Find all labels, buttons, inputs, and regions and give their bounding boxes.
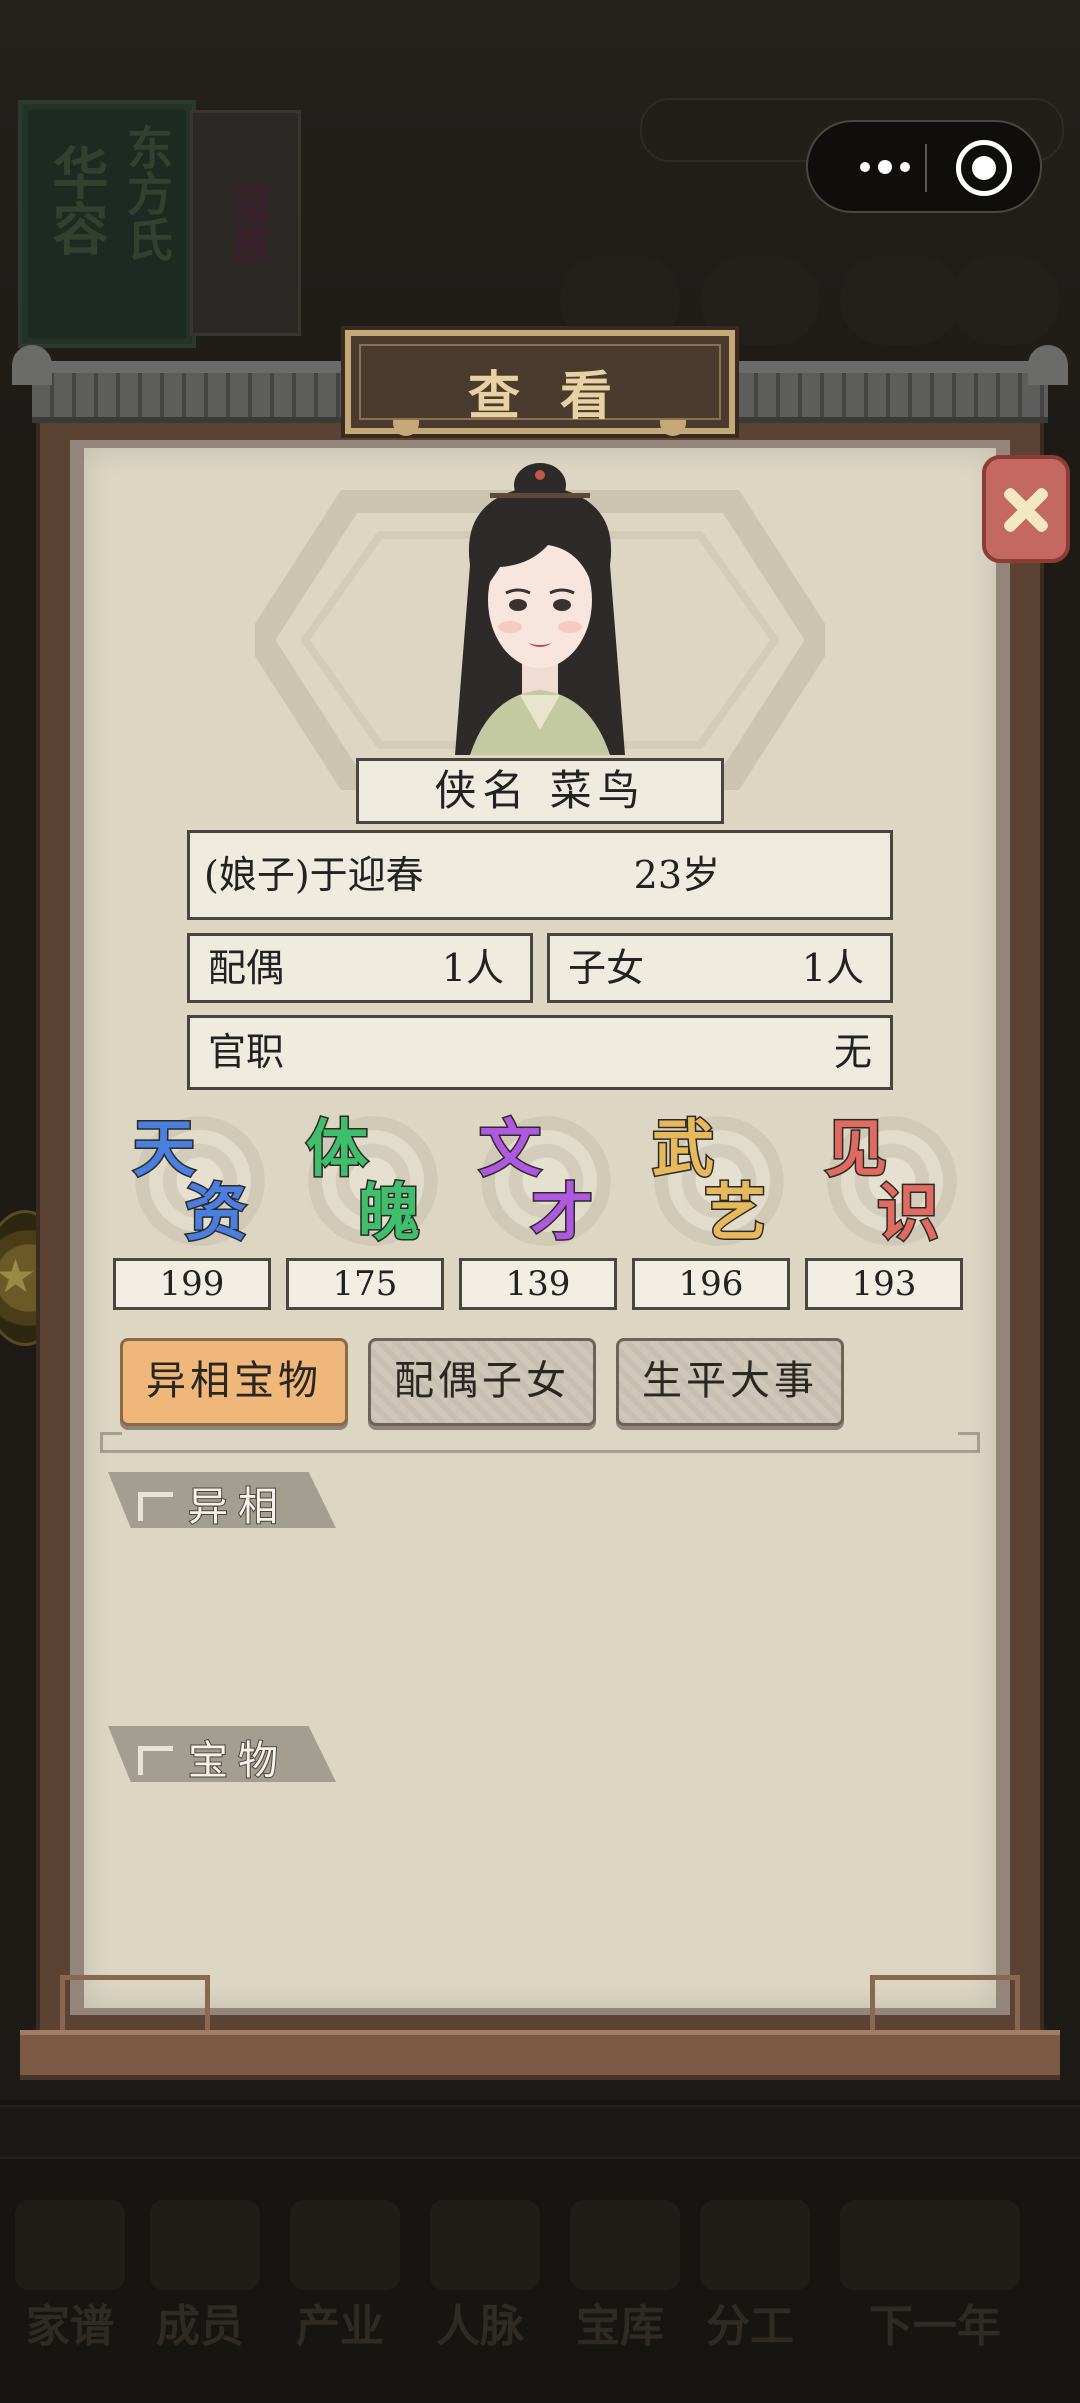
character-age: 23岁 — [633, 853, 720, 897]
section-header-appearance: 异相 — [108, 1472, 336, 1528]
character-info-row: (娘子)于迎春 23岁 — [187, 830, 893, 920]
nav-icon-vault — [570, 2200, 680, 2290]
background-book-2: 望族 — [190, 110, 301, 336]
divider-corner — [100, 1432, 122, 1452]
nav-vault: 宝库 — [576, 2301, 664, 2352]
stat-martial-value: 196 — [632, 1258, 790, 1310]
stat-talent: 天 资 — [115, 1110, 275, 1260]
nav-icon-members — [150, 2200, 260, 2290]
nav-icon-next-year — [840, 2200, 1020, 2290]
nav-icon-family — [15, 2200, 125, 2290]
stat-talent-value: 199 — [113, 1258, 271, 1310]
stat-physique: 体 魄 — [288, 1110, 448, 1260]
nav-network: 人脉 — [436, 2301, 524, 2352]
tab-divider — [100, 1450, 980, 1453]
nickname-plate: 侠名 菜鸟 — [356, 758, 724, 824]
stat-insight: 见 识 — [807, 1110, 967, 1260]
stat-martial: 武 艺 — [634, 1110, 794, 1260]
children-row: 子女 1人 — [547, 933, 893, 1003]
dialog-title: 查看 — [467, 366, 652, 427]
tab-appearance-treasure[interactable]: 异相宝物 — [120, 1338, 348, 1426]
nav-industry: 产业 — [296, 2301, 384, 2352]
section-header-treasure: 宝物 — [108, 1726, 336, 1782]
nav-icon-network — [430, 2200, 540, 2290]
background-row — [0, 2105, 1080, 2159]
close-button[interactable] — [982, 455, 1070, 563]
nav-icon-division — [700, 2200, 810, 2290]
stat-literary: 文 才 — [461, 1110, 621, 1260]
office-label: 官职 — [208, 1030, 285, 1074]
background-book-title-3: 望族 — [225, 183, 272, 263]
character-portrait — [455, 463, 625, 755]
nav-family: 家谱 — [26, 2301, 114, 2352]
stat-literary-value: 139 — [459, 1258, 617, 1310]
children-label: 子女 — [568, 946, 645, 990]
fence-right — [870, 1975, 1020, 2035]
office-row: 官职 无 — [187, 1015, 893, 1090]
divider-corner — [958, 1432, 980, 1452]
background-book-title-1: 华容 — [43, 144, 109, 256]
background-icon — [950, 255, 1060, 345]
background-icon — [840, 255, 960, 345]
spouse-row: 配偶 1人 — [187, 933, 533, 1003]
dialog-title-plaque: 查看 — [345, 330, 735, 434]
mini-program-capsule — [806, 120, 1042, 213]
spouse-label: 配偶 — [208, 946, 285, 990]
background-right-edge — [1040, 430, 1080, 2030]
stat-insight-value: 193 — [805, 1258, 963, 1310]
tab-life-events[interactable]: 生平大事 — [616, 1338, 844, 1426]
character-name: (娘子)于迎春 — [204, 853, 424, 897]
target-circle-icon[interactable] — [956, 140, 1012, 196]
office-value: 无 — [833, 1030, 872, 1074]
nav-division: 分工 — [706, 2301, 794, 2352]
nav-next-year: 下一年 — [869, 2301, 1001, 2352]
dialog-bottom-rail — [20, 2030, 1060, 2080]
capsule-divider — [925, 144, 927, 192]
nav-members: 成员 — [156, 2301, 244, 2352]
spouse-value: 1人 — [441, 946, 504, 990]
tab-spouse-children[interactable]: 配偶子女 — [368, 1338, 596, 1426]
fence-left — [60, 1975, 210, 2035]
background-book: 华容 东方氏 — [18, 100, 196, 348]
stat-physique-value: 175 — [286, 1258, 444, 1310]
children-value: 1人 — [801, 946, 864, 990]
nav-icon-industry — [290, 2200, 400, 2290]
more-dots-icon[interactable] — [840, 145, 930, 189]
background-book-title-2: 东方氏 — [120, 124, 174, 262]
